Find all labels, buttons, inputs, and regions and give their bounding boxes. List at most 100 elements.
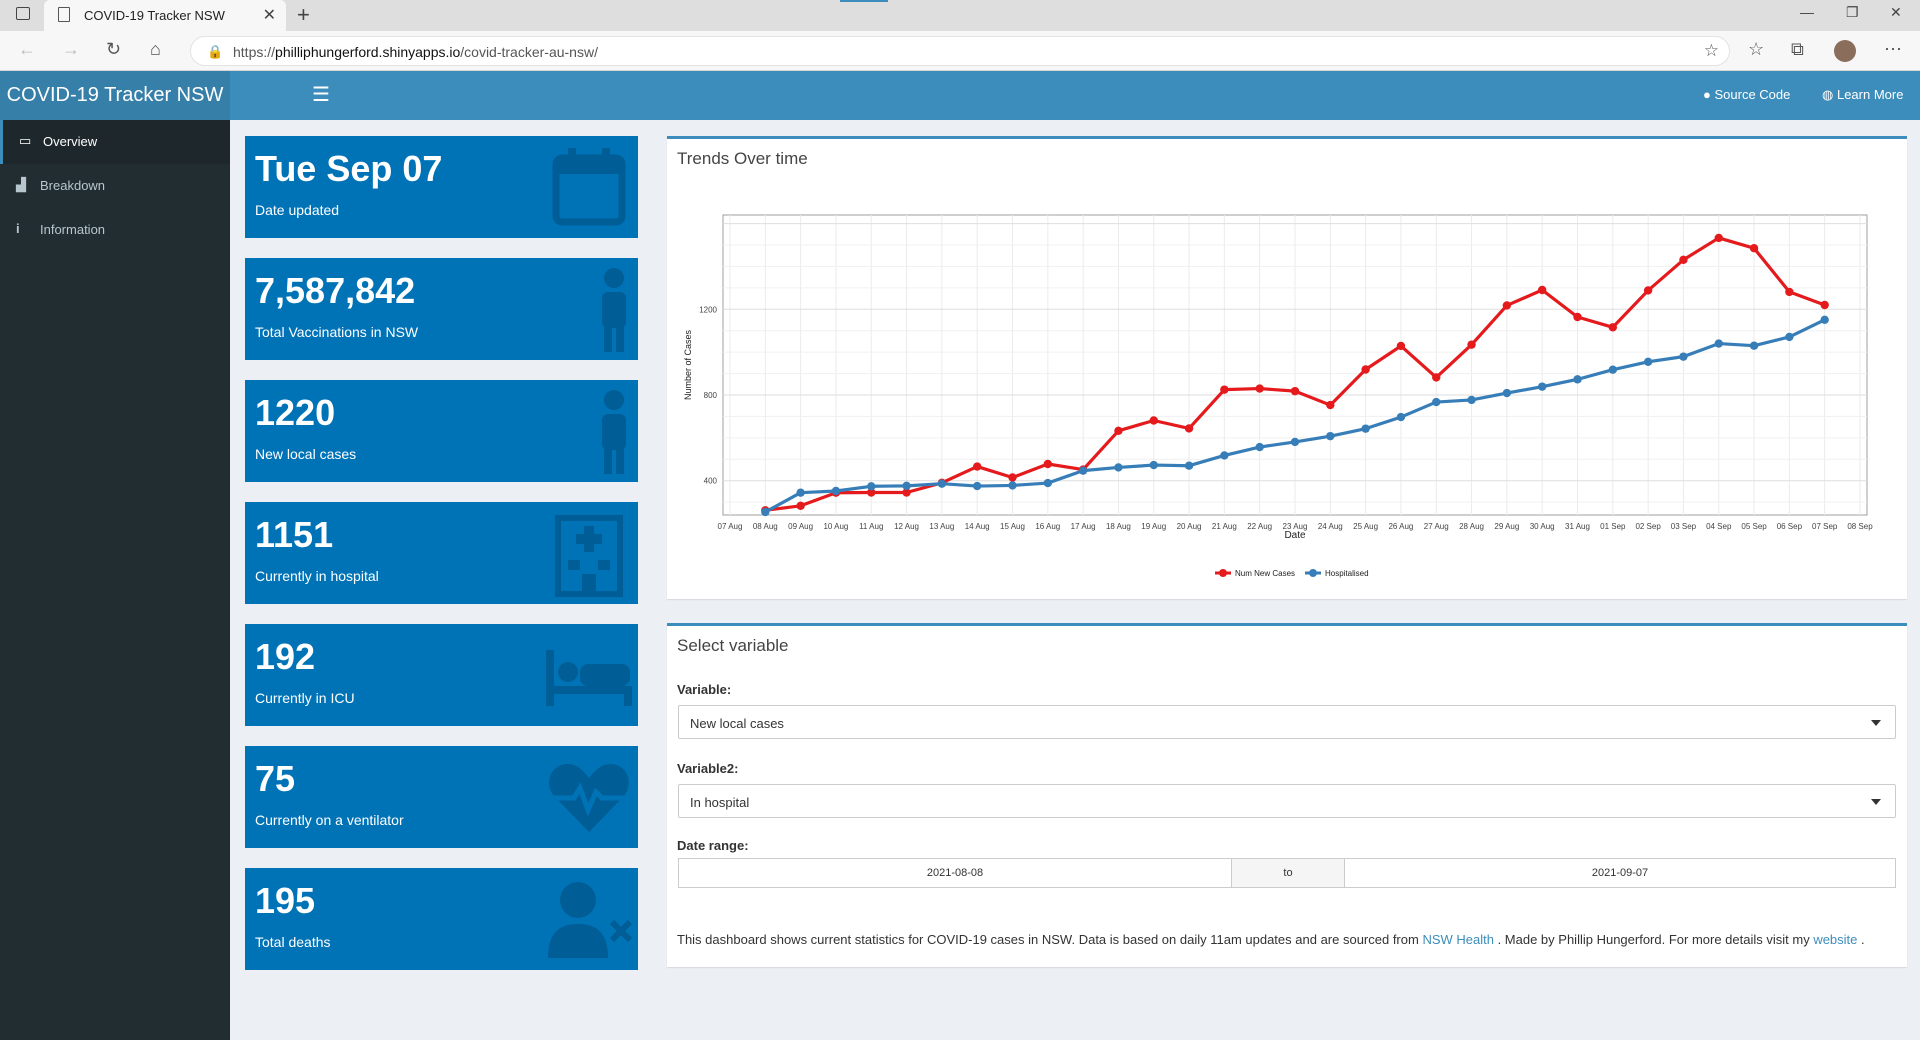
sidebar-item-overview[interactable]: ▭ Overview [0,120,230,164]
value-box-currently-in-hospital: 1151 Currently in hospital [245,502,638,604]
x-tick-label: 02 Sep [1635,522,1661,531]
x-tick-label: 11 Aug [859,522,883,531]
favorite-star-icon[interactable]: ☆ [1704,41,1719,61]
sidebar-item-information[interactable]: i Information [0,208,230,252]
x-axis-label: Date [1284,530,1306,541]
sidebar-item-label: Breakdown [40,178,106,193]
data-point [1785,287,1794,297]
data-point [1114,463,1123,472]
forward-icon[interactable]: → [62,39,80,60]
github-icon: ● [1703,87,1711,102]
minimize-icon[interactable]: — [1800,4,1814,20]
tab-actions-icon[interactable] [16,7,30,20]
y-tick-label: 800 [704,391,718,400]
value-box-label: New local cases [255,446,357,462]
sidebar-item-label: Information [40,222,106,237]
data-point [1149,460,1158,470]
data-point [761,507,770,517]
window-close-icon[interactable]: ✕ [1890,4,1902,21]
new-tab-icon[interactable]: + [297,2,310,28]
data-point [1361,365,1370,374]
collections-icon[interactable]: ⧉ [1791,39,1804,60]
source-code-link[interactable]: ● Source Code [1703,87,1790,102]
data-point [1643,286,1653,295]
x-tick-label: 31 Aug [1565,522,1590,531]
date-to-input[interactable]: 2021-09-07 [1345,859,1895,887]
x-tick-label: 10 Aug [823,522,848,531]
website-link[interactable]: website [1813,932,1857,947]
tab-title: COVID-19 Tracker NSW [84,8,225,23]
favorites-icon[interactable]: ☆ [1748,39,1764,60]
data-point [1396,341,1406,351]
data-point [1714,339,1723,348]
close-tab-icon[interactable]: ✕ [263,5,276,25]
home-icon[interactable]: ⌂ [150,39,161,60]
x-tick-label: 05 Sep [1741,522,1767,531]
info-icon: i [16,221,20,236]
person-icon [602,390,626,474]
data-point [1184,461,1194,470]
data-point [1396,412,1406,422]
url-field[interactable]: 🔒 https://philliphungerford.shinyapps.io… [190,36,1730,66]
restore-icon[interactable]: ❐ [1846,4,1859,21]
value-box-label: Currently in ICU [255,690,355,706]
more-menu-icon[interactable]: ⋯ [1884,39,1902,60]
data-point [867,482,876,491]
variable-select[interactable]: New local cases [678,705,1896,739]
data-point [1643,357,1653,366]
data-point [831,486,841,496]
browser-tab[interactable]: COVID-19 Tracker NSW ✕ [44,0,286,31]
x-tick-label: 26 Aug [1388,522,1413,531]
variable-label: Variable: [677,682,732,697]
data-point [1679,352,1688,361]
data-point [1502,388,1512,398]
y-tick-label: 400 [704,477,718,486]
data-point [1255,384,1264,393]
variable2-select[interactable]: In hospital [678,784,1896,818]
data-point [1573,375,1582,384]
data-point [1502,301,1512,310]
profile-avatar[interactable] [1834,40,1856,62]
date-from-input[interactable]: 2021-08-08 [679,859,1231,887]
sidebar-item-breakdown[interactable]: ▟ Breakdown [0,164,230,208]
calendar-icon [552,148,626,226]
learn-more-link[interactable]: ◍ Learn More [1822,87,1903,103]
data-point [1220,451,1229,460]
data-point [1537,285,1547,295]
value-box-value: 192 [255,636,316,677]
lock-icon[interactable]: 🔒 [207,44,223,60]
data-point [1290,386,1300,396]
value-box-value: 7,587,842 [255,270,416,311]
app-title[interactable]: COVID-19 Tracker NSW [0,71,230,120]
chevron-down-icon [1871,799,1881,805]
y-tick-label: 1200 [699,305,717,314]
data-point [796,501,805,510]
x-tick-label: 04 Sep [1706,522,1732,531]
data-point [1820,300,1829,310]
x-tick-label: 19 Aug [1141,522,1166,531]
nsw-health-link[interactable]: NSW Health [1422,932,1494,947]
trends-chart[interactable]: 400 800 1200 07 Aug 08 Aug 09 Aug 10 Aug 11 Aug… [667,139,1907,599]
url-text: https://philliphungerford.shinyapps.io/c… [233,44,598,60]
x-tick-label: 24 Aug [1318,522,1343,531]
refresh-icon[interactable]: ↻ [106,39,121,60]
loading-indicator [840,0,888,2]
data-point [1714,233,1723,243]
data-point [1255,442,1264,452]
data-point [1749,244,1759,253]
app-header: COVID-19 Tracker NSW ☰ ● Source Code ◍ L… [0,71,1920,120]
data-point [1432,397,1441,407]
data-point [1432,373,1441,382]
x-tick-label: 29 Aug [1494,522,1519,531]
value-box-label: Total deaths [255,934,331,950]
sidebar-toggle-icon[interactable]: ☰ [312,82,330,107]
value-box-value: 1220 [255,392,336,433]
data-point [1078,466,1088,475]
data-point [1290,437,1300,447]
x-tick-label: 08 Aug [753,522,778,531]
back-icon[interactable]: ← [18,39,36,60]
value-box-value: Tue Sep 07 [255,148,443,189]
legend-label: Num New Cases [1235,569,1295,578]
x-tick-label: 18 Aug [1106,522,1131,531]
page-icon [58,7,70,22]
